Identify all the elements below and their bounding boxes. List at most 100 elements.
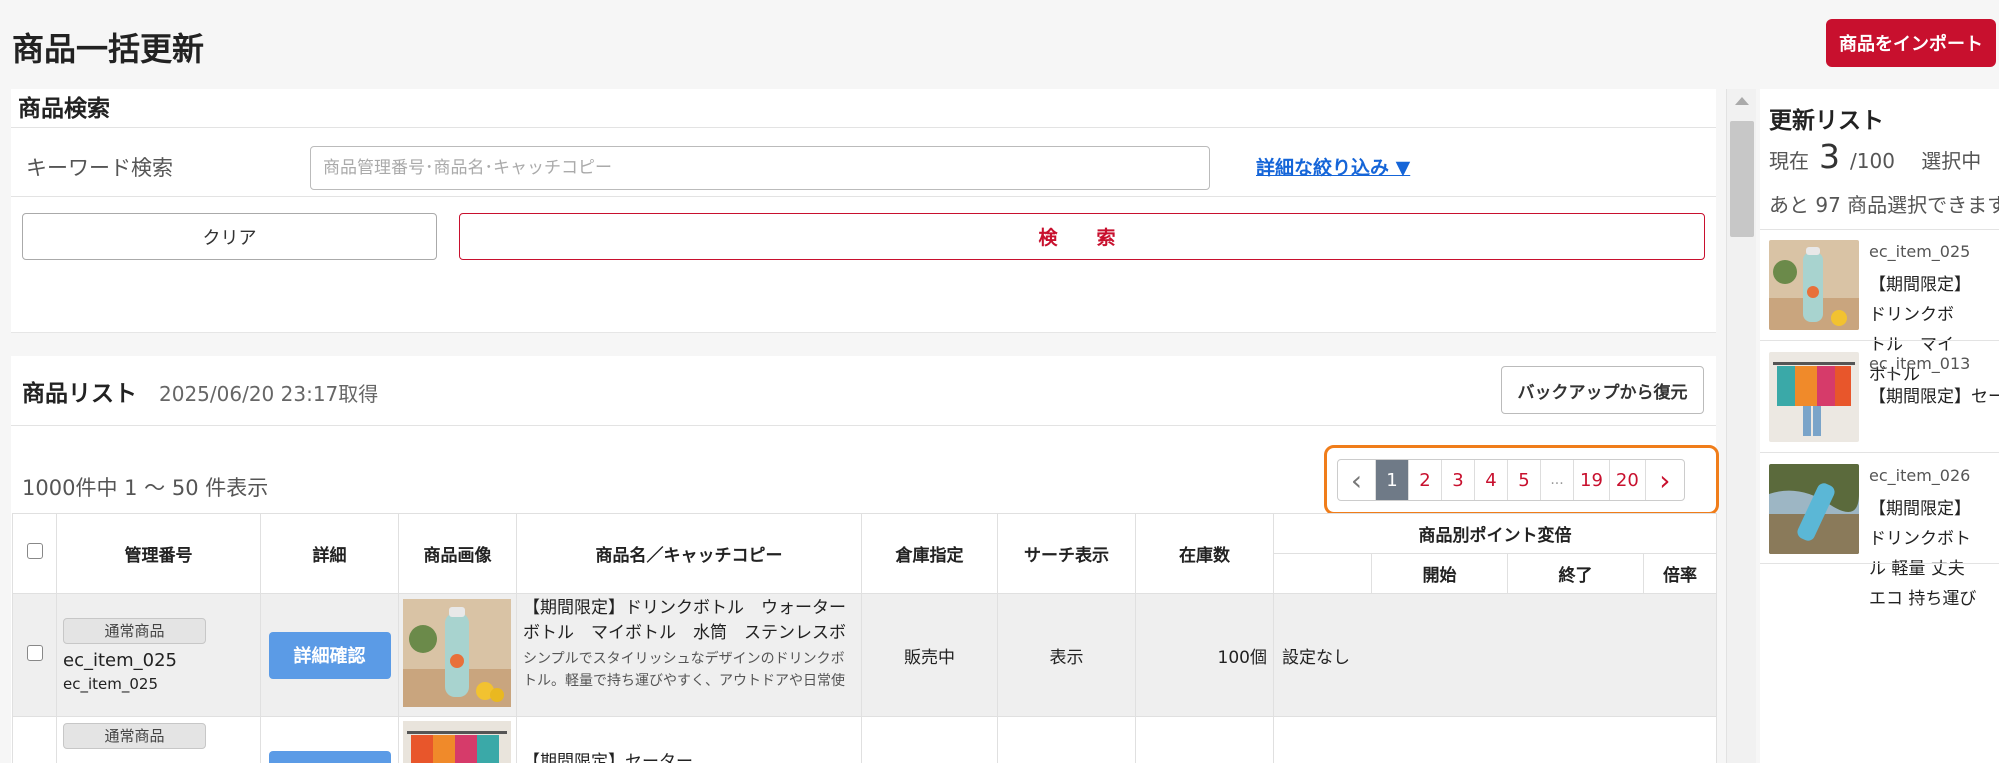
manage-id-cell: 通常商品 ec_item_025 ec_item_025 xyxy=(56,593,261,717)
detail-cell xyxy=(260,716,399,763)
image-cell xyxy=(398,593,517,717)
update-list-title: 更新リスト xyxy=(1769,108,1884,134)
col-point-start: 開始 xyxy=(1371,553,1508,594)
catch-copy: シンプルでスタイリッシュなデザインのドリンクボトル。軽量で持ち運びやすく、アウト… xyxy=(523,651,845,689)
page-button-19[interactable]: 19 xyxy=(1574,460,1610,500)
warehouse-cell xyxy=(861,716,998,763)
item-name: 【期間限定】セーター xyxy=(1869,387,1999,407)
page-button-20[interactable]: 20 xyxy=(1610,460,1646,500)
product-name: 【期間限定】ドリンクボトル ウォーターボトル マイボトル 水筒 ステンレスボトル… xyxy=(523,598,846,643)
search-button[interactable]: 検 索 xyxy=(459,213,1705,260)
sub-id: ec_item_025 xyxy=(63,674,158,693)
pagination: ‹ 1 2 3 4 5 ... 19 20 › xyxy=(1337,459,1685,501)
chevron-right-icon: › xyxy=(1659,463,1671,497)
update-list-item[interactable]: ec_item_025 【期間限定】ドリンクボトル マイボトル xyxy=(1769,240,1999,385)
item-thumbnail-outdoor-bottle xyxy=(1769,464,1859,554)
table-row: 通常商品 ec_item_025 ec_item_025 詳細確認 【期間限定】… xyxy=(12,593,1717,717)
detail-confirm-button[interactable]: 詳細確認 xyxy=(268,631,391,679)
search-display-cell xyxy=(997,716,1136,763)
manage-id-cell: 通常商品 xyxy=(56,716,261,763)
page-button-5[interactable]: 5 xyxy=(1508,460,1541,500)
scroll-up-arrow-icon[interactable] xyxy=(1735,97,1749,105)
image-cell xyxy=(398,716,517,763)
update-list-panel: 更新リスト 現在 3/100 選択中 あと 97 商品選択できます。 ec_ite… xyxy=(1760,89,1999,763)
keyword-label: キーワード検索 xyxy=(26,156,173,180)
divider xyxy=(11,425,1716,426)
col-name: 商品名／キャッチコピー xyxy=(516,513,862,594)
fetched-timestamp: 2025/06/20 23:17取得 xyxy=(159,382,379,406)
col-warehouse: 倉庫指定 xyxy=(861,513,998,594)
col-image: 商品画像 xyxy=(398,513,517,594)
update-list-item[interactable]: ec_item_026 【期間限定】ドリンクボトル 軽量 丈夫 エコ 持ち運び xyxy=(1769,464,1999,609)
col-point-setting xyxy=(1273,553,1372,594)
update-list-item[interactable]: ec_item_013 【期間限定】セーター xyxy=(1769,352,1999,442)
col-point-group: 商品別ポイント変倍 xyxy=(1273,513,1717,554)
divider xyxy=(11,196,1716,197)
divider xyxy=(1760,340,1999,341)
col-stock: 在庫数 xyxy=(1135,513,1274,594)
col-search-display: サーチ表示 xyxy=(997,513,1136,594)
select-all-cell xyxy=(12,513,57,594)
row-select-cell xyxy=(12,593,57,717)
detail-cell: 詳細確認 xyxy=(260,593,399,717)
item-thumbnail-bottle xyxy=(1769,240,1859,330)
selected-label: 選択中 xyxy=(1921,149,1982,173)
name-cell: 【期間限定】ドリンクボトル ウォーターボトル マイボトル 水筒 ステンレスボトル… xyxy=(516,593,862,717)
item-id: ec_item_025 xyxy=(1869,242,1971,261)
product-image-bottle xyxy=(403,598,511,707)
col-detail: 詳細 xyxy=(260,513,399,594)
page-button-4[interactable]: 4 xyxy=(1475,460,1508,500)
product-type-badge: 通常商品 xyxy=(63,617,206,644)
import-products-button[interactable]: 商品をインポート xyxy=(1826,19,1996,67)
divider xyxy=(1760,452,1999,453)
page-ellipsis: ... xyxy=(1541,460,1574,500)
detail-confirm-button[interactable] xyxy=(268,751,391,763)
scroll-thumb[interactable] xyxy=(1730,121,1754,237)
advanced-filter-link[interactable]: 詳細な絞り込み ▼ xyxy=(1256,153,1410,180)
row-select-cell xyxy=(12,716,57,763)
page-button-2[interactable]: 2 xyxy=(1409,460,1442,500)
stock-cell xyxy=(1135,716,1274,763)
next-page-button[interactable]: › xyxy=(1646,460,1684,500)
remaining-text: あと 97 商品選択できます。 xyxy=(1769,193,1999,217)
result-count: 1000件中 1 〜 50 件表示 xyxy=(22,476,269,500)
item-name: 【期間限定】ドリンクボトル 軽量 丈夫 エコ 持ち運び xyxy=(1869,499,1977,609)
update-list-count: 現在 3/100 選択中 xyxy=(1769,137,1981,176)
product-list-title: 商品リスト xyxy=(22,381,137,407)
clear-button[interactable]: クリア xyxy=(22,213,437,260)
stock-cell: 100個 xyxy=(1135,593,1274,717)
max-label: /100 xyxy=(1850,149,1895,173)
search-panel: 商品検索 キーワード検索 詳細な絞り込み ▼ クリア 検 索 xyxy=(11,89,1716,333)
item-thumbnail-sweaters xyxy=(1769,352,1859,442)
search-display-cell: 表示 xyxy=(997,593,1136,717)
page-button-1[interactable]: 1 xyxy=(1376,460,1409,500)
warehouse-cell: 販売中 xyxy=(861,593,998,717)
main-scrollbar[interactable] xyxy=(1726,89,1756,763)
col-point-end: 終了 xyxy=(1507,553,1644,594)
product-image-sweaters xyxy=(403,721,511,763)
row-checkbox[interactable] xyxy=(26,644,43,661)
col-point-rate: 倍率 xyxy=(1643,553,1717,594)
current-label: 現在 xyxy=(1769,149,1809,173)
table-row: 通常商品 【期間限定】セーター xyxy=(12,716,1717,763)
page-title: 商品一括更新 xyxy=(12,30,205,68)
point-setting-cell: 設定なし xyxy=(1273,593,1717,717)
page-button-3[interactable]: 3 xyxy=(1442,460,1475,500)
prev-page-button[interactable]: ‹ xyxy=(1338,460,1376,500)
search-panel-title: 商品検索 xyxy=(18,96,110,122)
product-type-badge: 通常商品 xyxy=(63,723,206,749)
item-id: ec_item_026 xyxy=(1869,466,1971,485)
product-name: 【期間限定】セーター xyxy=(523,752,693,763)
divider xyxy=(1760,563,1999,564)
point-setting-cell xyxy=(1273,716,1717,763)
product-list-panel: 商品リスト 2025/06/20 23:17取得 バックアップから復元 1000… xyxy=(11,356,1719,763)
keyword-search-input[interactable] xyxy=(310,146,1210,190)
divider xyxy=(11,127,1716,128)
select-all-checkbox[interactable] xyxy=(26,543,43,559)
divider xyxy=(1760,229,1999,230)
manage-id: ec_item_025 xyxy=(63,649,177,671)
restore-backup-button[interactable]: バックアップから復元 xyxy=(1501,366,1704,414)
name-cell: 【期間限定】セーター xyxy=(516,716,862,763)
col-manage-id: 管理番号 xyxy=(56,513,261,594)
current-count: 3 xyxy=(1819,137,1840,176)
